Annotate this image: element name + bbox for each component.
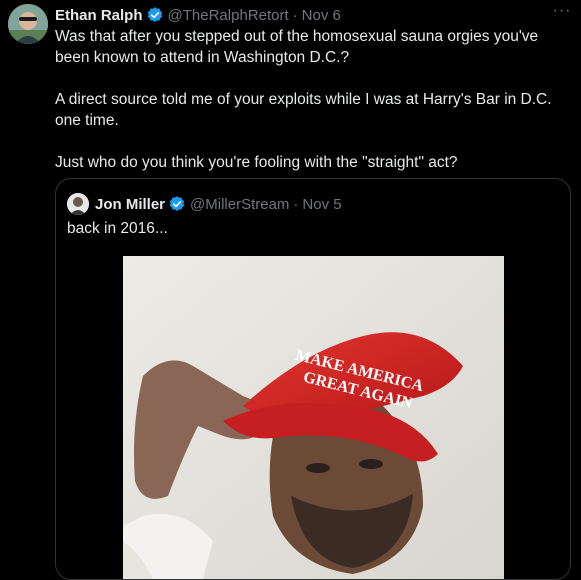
verified-badge-icon	[169, 196, 185, 211]
tweet: Ethan Ralph @TheRalphRetort · Nov 6 ··· …	[0, 0, 581, 580]
tweet-text: Was that after you stepped out of the ho…	[55, 26, 565, 194]
tweet-paragraph: A direct source told me of your exploits…	[55, 91, 552, 129]
quoted-tweet[interactable]: Jon Miller @MillerStream · Nov 5 back in…	[55, 178, 571, 580]
quoted-tweet-photo[interactable]: MAKE AMERICA GREAT AGAIN	[123, 256, 504, 579]
tweet-date[interactable]: Nov 6	[302, 7, 341, 24]
quoted-author-handle[interactable]: @MillerStream	[190, 196, 289, 213]
quoted-author-avatar[interactable]	[67, 193, 89, 215]
tweet-header: Ethan Ralph @TheRalphRetort · Nov 6	[55, 5, 341, 25]
verified-badge-icon	[147, 7, 162, 22]
quoted-tweet-header: Jon Miller @MillerStream · Nov 5	[95, 194, 342, 214]
more-options-icon[interactable]: ···	[550, 2, 574, 22]
quoted-author-name[interactable]: Jon Miller	[95, 196, 165, 213]
separator-dot: ·	[293, 195, 299, 213]
author-handle[interactable]: @TheRalphRetort	[168, 7, 289, 24]
quoted-tweet-text: back in 2016...	[67, 220, 168, 237]
tweet-paragraph: Was that after you stepped out of the ho…	[55, 28, 539, 66]
separator-dot: ·	[292, 6, 298, 24]
quoted-tweet-date[interactable]: Nov 5	[302, 196, 341, 213]
author-avatar[interactable]	[8, 4, 48, 44]
tweet-paragraph: Just who do you think you're fooling wit…	[55, 154, 458, 171]
author-name[interactable]: Ethan Ralph	[55, 7, 143, 24]
